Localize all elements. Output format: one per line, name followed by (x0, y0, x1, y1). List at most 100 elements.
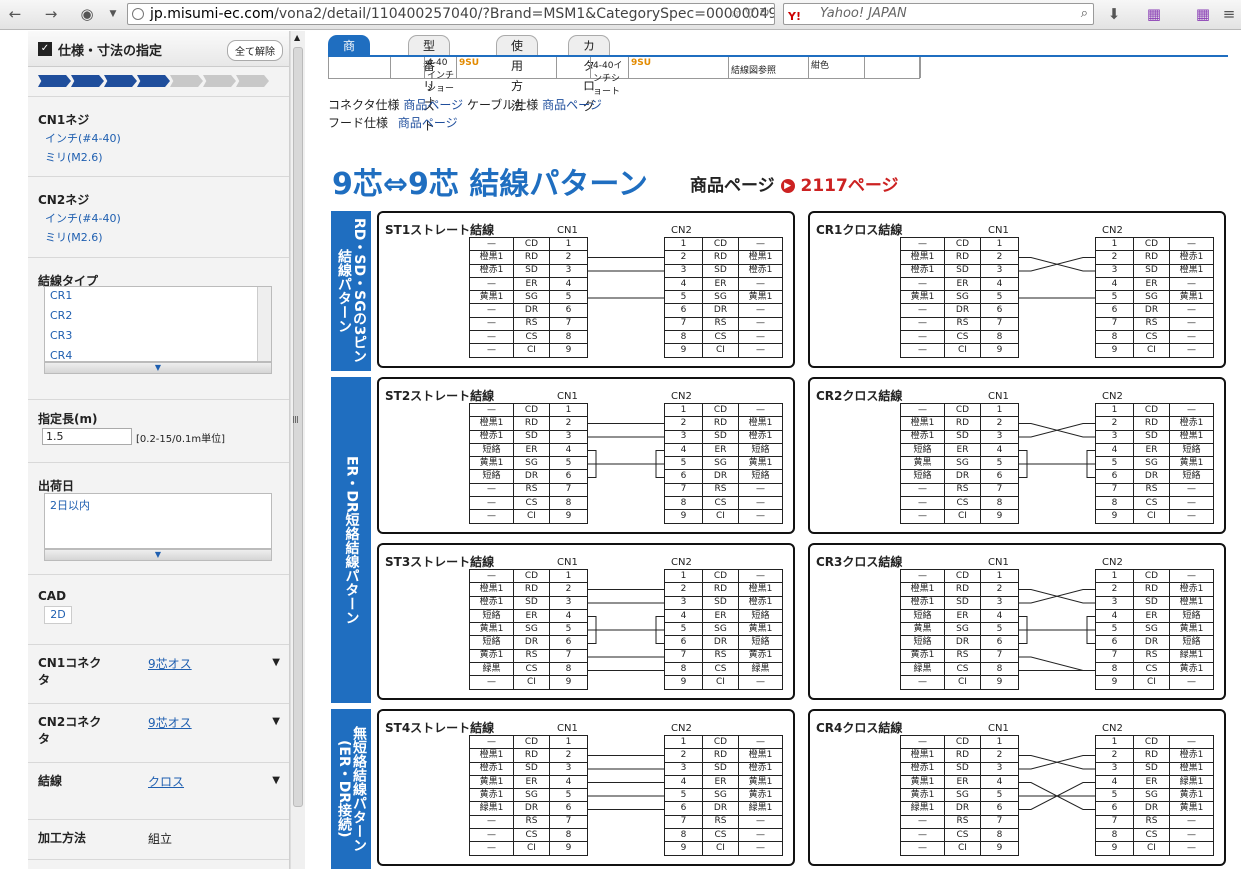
banner-page-ref: 商品ページ ▶ 2117ページ (690, 171, 899, 196)
ship-date-section: 出荷日 2日以内 ▼ (28, 463, 289, 575)
group-label-2: 無短絡結線パターン(ER・DR接続) (331, 709, 371, 869)
collapse-checkbox-icon[interactable]: ✓ (38, 42, 52, 56)
cn1-option-mm[interactable]: ミリ(M2.6) (45, 149, 103, 165)
wiring-option-cr2[interactable]: CR2 (50, 309, 72, 322)
search-icon[interactable]: ⌕ (1081, 4, 1088, 24)
scroll-up-icon[interactable]: ▲ (294, 33, 300, 42)
length-section: 指定長(m) 1.5 [0.2-15/0.1m単位] (28, 400, 289, 463)
wiring-option-cr3[interactable]: CR3 (50, 329, 72, 342)
yahoo-logo: Y! (788, 10, 801, 23)
spec-row-label: CN2コネクタ (38, 715, 102, 746)
dropdown-icon[interactable]: ▼ (102, 4, 124, 24)
product-cell: 紺色 (809, 57, 865, 78)
wiring-panel-4: ST3ストレート結線 CN1 CN2— CD 1 橙黒1 RD 2 橙赤1 SD 3 短絡 ER 4 黄黒1… (377, 543, 795, 700)
spec-row[interactable]: CN2コネクタ 9芯オス ▼ (28, 704, 289, 763)
chevron-down-icon[interactable]: ▼ (272, 657, 280, 668)
spec-row[interactable]: 結線 クロス ▼ (28, 763, 289, 820)
search-placeholder: Yahoo! JAPAN (820, 6, 907, 21)
product-cell: 9SU (629, 57, 729, 78)
splitter-handle-icon[interactable]: Ⅲ (292, 415, 299, 426)
home-icon[interactable]: ◉ (76, 4, 98, 24)
progress-segment (203, 75, 236, 87)
cn2-screw-section: CN2ネジ インチ(#4-40) ミリ(M2.6) (28, 177, 289, 258)
tab-2[interactable]: 使用方法 (496, 35, 539, 113)
wiring-option-cr4[interactable]: CR4 (50, 349, 72, 362)
cable-spec-label: ケーブル仕様 (466, 98, 539, 112)
download-icon[interactable]: ⬇ (1103, 4, 1125, 24)
wiring-banner: 9芯⇔9芯 結線パターン 商品ページ ▶ 2117ページ (332, 159, 1227, 202)
cn1-screw-section: CN1ネジ インチ(#4-40) ミリ(M2.6) (28, 97, 289, 177)
cad-section: CAD 2D (28, 575, 289, 645)
extension-icon[interactable]: ▦ (1192, 4, 1214, 24)
wiring-panel-2: ST2ストレート結線 CN1 CN2— CD 1 橙黒1 RD 2 橙赤1 SD 3 短絡 ER 4 黄黒1… (377, 377, 795, 534)
spec-sidebar: ✓ 仕様・寸法の指定 全て解除 CN1ネジ インチ(#4-40) ミリ(M2.6… (28, 31, 290, 869)
hood-spec-label: フード仕様 (328, 116, 389, 130)
product-cell (865, 57, 921, 78)
play-arrow-icon: ▶ (780, 179, 795, 193)
hood-spec-link[interactable]: 商品ページ (398, 116, 458, 130)
spec-row: 加工方法 組立 (28, 820, 289, 860)
wiring-type-list[interactable]: CR1 CR2 CR3 CR4 (44, 286, 272, 362)
wire-line (1019, 755, 1095, 770)
ship-date-expand-icon[interactable]: ▼ (44, 549, 272, 561)
globe-icon (132, 8, 144, 20)
sidebar-scrollbar[interactable]: ▲ (290, 31, 305, 869)
banner-page-label: 商品ページ (690, 176, 775, 196)
spec-row-value[interactable]: クロス (148, 773, 184, 790)
banner-page-number[interactable]: 2117ページ (801, 176, 899, 196)
cn1-option-inch[interactable]: インチ(#4-40) (45, 130, 121, 146)
cn2-screw-title: CN2ネジ (38, 193, 90, 207)
url-bar[interactable]: jp.misumi-ec.com/vona2/detail/1104002570… (127, 3, 775, 25)
wiring-panel-7: CR4クロス結線 CN1 CN2— CD 1 橙黒1 RD 2 橙赤1 SD 3 黄黒1 ER 4 黄赤1 S… (808, 709, 1226, 866)
banner-title: 9芯⇔9芯 結線パターン (332, 167, 648, 202)
spec-row-value[interactable]: 9芯オス (148, 655, 192, 672)
cad-2d-button[interactable]: 2D (44, 606, 72, 624)
cn2-option-mm[interactable]: ミリ(M2.6) (45, 229, 103, 245)
menu-icon[interactable]: ≡ (1218, 4, 1240, 24)
connector-spec-link[interactable]: 商品ページ (403, 98, 463, 112)
ship-date-box[interactable]: 2日以内 (44, 493, 272, 549)
scrollbar-thumb[interactable] (293, 47, 303, 807)
wiring-list-expand-icon[interactable]: ▼ (44, 362, 272, 374)
progress-segment (137, 75, 170, 87)
progress-segment (170, 75, 203, 87)
forward-icon[interactable]: → (40, 4, 62, 24)
url-path: /vona2/detail/110400257040/?Brand=MSM1&C… (274, 6, 775, 22)
spec-row: 長さ自由長 (28, 860, 289, 869)
chevron-down-icon[interactable]: ▼ (272, 775, 280, 786)
length-hint: [0.2-15/0.1m単位] (136, 434, 226, 445)
clear-all-button[interactable]: 全て解除 (227, 40, 283, 61)
tab-3[interactable]: カタログ (568, 35, 611, 113)
cable-spec-link[interactable]: 商品ページ (542, 98, 602, 112)
back-icon[interactable]: ← (4, 4, 26, 24)
wire-lines (588, 257, 664, 299)
spec-row-label: 結線 (38, 774, 63, 788)
progress-segment (71, 75, 104, 87)
wire-lines (1019, 257, 1095, 299)
tab-1[interactable]: 型番リスト (408, 35, 451, 133)
wire-lines (1019, 755, 1095, 810)
cad-title: CAD (38, 589, 67, 603)
group-label-0: RD・SD・SGの3ピン結線パターン (331, 211, 371, 371)
length-input[interactable]: 1.5 (42, 428, 132, 445)
wiring-panel-3: CR2クロス結線 CN1 CN2— CD 1 橙黒1 RD 2 橙赤1 SD 3 短絡 ER 4 黄黒 SG 5… (808, 377, 1226, 534)
wire-line (1019, 589, 1095, 604)
search-input[interactable]: Y! Yahoo! JAPAN ⌕ (783, 3, 1094, 25)
spec-row-value[interactable]: 9芯オス (148, 714, 192, 731)
apps-icon[interactable]: ▦ (1143, 4, 1165, 24)
cn2-option-inch[interactable]: インチ(#4-40) (45, 210, 121, 226)
list-scrollbar[interactable] (257, 287, 271, 361)
ship-date-value[interactable]: 2日以内 (50, 499, 90, 512)
star-icon[interactable]: ☆ ▽ ↻ (729, 4, 770, 24)
product-cell (391, 57, 425, 78)
spec-row[interactable]: CN1コネクタ 9芯オス ▼ (28, 645, 289, 704)
wire-line (1019, 656, 1095, 671)
tab-0[interactable]: 商品仕様 (328, 35, 371, 113)
url-host: jp.misumi-ec.com (150, 6, 275, 22)
wiring-panel-6: ST4ストレート結線 CN1 CN2— CD 1 橙黒1 RD 2 橙赤1 SD 3 黄黒1 ER 4 黄赤… (377, 709, 795, 866)
product-cell: 4-40インチショート (425, 57, 457, 107)
browser-toolbar: ← → ◉ ▼ jp.misumi-ec.com/vona2/detail/11… (0, 0, 1241, 30)
wire-line (1019, 257, 1095, 272)
wiring-option-cr1[interactable]: CR1 (50, 289, 72, 302)
chevron-down-icon[interactable]: ▼ (272, 716, 280, 727)
